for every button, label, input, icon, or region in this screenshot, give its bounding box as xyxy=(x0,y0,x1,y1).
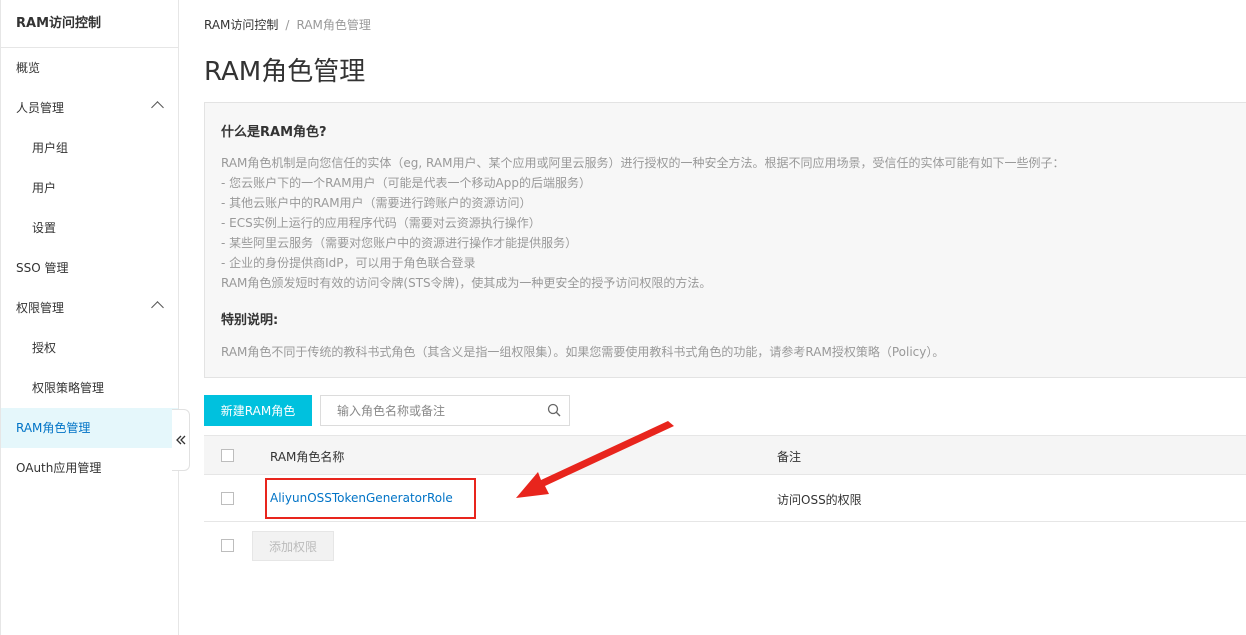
footer-select-all-checkbox[interactable] xyxy=(221,539,234,552)
sidebar-item-label: OAuth应用管理 xyxy=(16,461,102,475)
search-box xyxy=(320,395,570,426)
sidebar-item-ram-roles[interactable]: RAM角色管理 xyxy=(1,408,178,448)
info-note-heading: 特别说明: xyxy=(221,313,279,328)
select-all-checkbox[interactable] xyxy=(221,449,234,462)
search-input[interactable] xyxy=(321,396,547,425)
info-line: RAM角色颁发短时有效的访问令牌(STS令牌)，使其成为一种更安全的授予访问权限… xyxy=(221,276,712,290)
table-footer: 添加权限 xyxy=(204,522,1246,568)
info-panel: 什么是RAM角色? RAM角色机制是向您信任的实体（eg, RAM用户、某个应用… xyxy=(204,102,1246,378)
sidebar-item-label: SSO 管理 xyxy=(16,261,69,275)
search-icon[interactable] xyxy=(547,403,561,417)
breadcrumb-current: RAM角色管理 xyxy=(296,18,371,32)
info-description: RAM角色机制是向您信任的实体（eg, RAM用户、某个应用或阿里云服务）进行授… xyxy=(221,153,1237,293)
sidebar-item-sso[interactable]: SSO 管理 xyxy=(1,248,178,288)
main-content: RAM访问控制 / RAM角色管理 RAM角色管理 什么是RAM角色? RAM角色机… xyxy=(204,0,1246,635)
sidebar-item-people-management[interactable]: 人员管理 xyxy=(1,88,178,128)
breadcrumb-separator: / xyxy=(285,18,290,32)
table-header: RAM角色名称 备注 xyxy=(204,435,1246,475)
info-line: - 某些阿里云服务（需要对您账户中的资源进行操作才能提供服务） xyxy=(221,236,578,250)
sidebar-collapse-button[interactable] xyxy=(172,409,190,471)
info-line: - 您云账户下的一个RAM用户（可能是代表一个移动App的后端服务） xyxy=(221,176,592,190)
column-header-role-name[interactable]: RAM角色名称 xyxy=(270,448,344,465)
sidebar-item-label: 权限策略管理 xyxy=(32,381,105,395)
table-row: AliyunOSSTokenGeneratorRole 访问OSS的权限 xyxy=(204,475,1246,522)
sidebar-item-users[interactable]: 用户 xyxy=(1,168,178,208)
sidebar-item-label: 用户组 xyxy=(32,141,69,155)
info-line: - ECS实例上运行的应用程序代码（需要对云资源执行操作） xyxy=(221,216,541,230)
sidebar-item-label: 授权 xyxy=(32,341,57,355)
sidebar-item-oauth-apps[interactable]: OAuth应用管理 xyxy=(1,448,178,488)
sidebar-item-label: 设置 xyxy=(32,221,57,235)
double-chevron-left-icon xyxy=(175,435,185,445)
row-checkbox[interactable] xyxy=(221,492,234,505)
role-name-link[interactable]: AliyunOSSTokenGeneratorRole xyxy=(270,491,453,505)
info-line: RAM角色机制是向您信任的实体（eg, RAM用户、某个应用或阿里云服务）进行授… xyxy=(221,156,1065,170)
add-permission-button[interactable]: 添加权限 xyxy=(252,531,334,561)
sidebar-item-label: RAM角色管理 xyxy=(16,421,91,435)
info-note: RAM角色不同于传统的教科书式角色（其含义是指一组权限集）。如果您需要使用教科书… xyxy=(221,345,945,359)
role-remark: 访问OSS的权限 xyxy=(777,493,862,507)
sidebar-item-label: 人员管理 xyxy=(16,101,65,115)
chevron-up-icon xyxy=(151,101,164,114)
page-title: RAM角色管理 xyxy=(204,57,366,87)
chevron-up-icon xyxy=(151,301,164,314)
sidebar-item-user-groups[interactable]: 用户组 xyxy=(1,128,178,168)
sidebar-item-policies[interactable]: 权限策略管理 xyxy=(1,368,178,408)
sidebar-item-label: 概览 xyxy=(16,61,41,75)
sidebar-item-label: 权限管理 xyxy=(16,301,65,315)
breadcrumb: RAM访问控制 / RAM角色管理 xyxy=(204,16,371,33)
sidebar-title: RAM访问控制 xyxy=(1,0,178,48)
create-ram-role-button[interactable]: 新建RAM角色 xyxy=(204,395,312,426)
info-line: - 企业的身份提供商IdP，可以用于角色联合登录 xyxy=(221,256,476,270)
sidebar-item-settings[interactable]: 设置 xyxy=(1,208,178,248)
sidebar-item-grants[interactable]: 授权 xyxy=(1,328,178,368)
info-line: - 其他云账户中的RAM用户（需要进行跨账户的资源访问） xyxy=(221,196,532,210)
sidebar: RAM访问控制 概览 人员管理 用户组 用户 设置 SSO 管理 权限管理 授权… xyxy=(0,0,179,635)
info-heading: 什么是RAM角色? xyxy=(221,125,327,140)
breadcrumb-root-link[interactable]: RAM访问控制 xyxy=(204,18,278,32)
sidebar-item-overview[interactable]: 概览 xyxy=(1,48,178,88)
sidebar-item-permission-management[interactable]: 权限管理 xyxy=(1,288,178,328)
column-header-remark: 备注 xyxy=(777,450,802,464)
sidebar-item-label: 用户 xyxy=(32,181,57,195)
